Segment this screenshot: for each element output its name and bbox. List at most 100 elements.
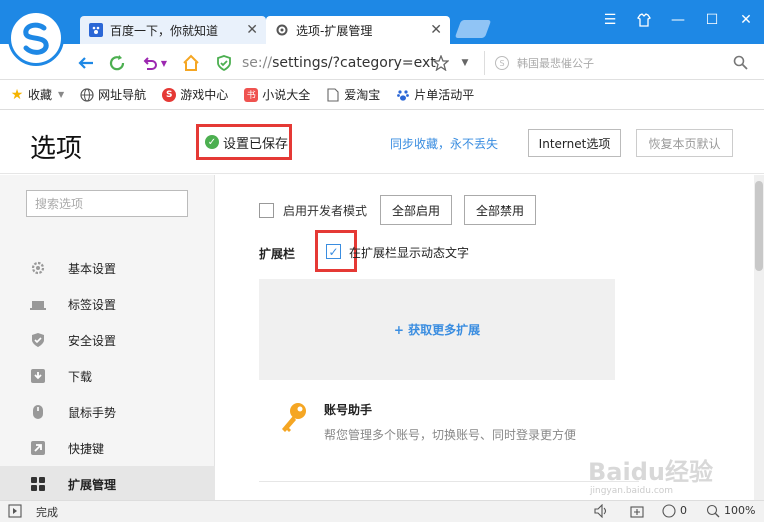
- sidebar-item-security[interactable]: 安全设置: [0, 322, 215, 358]
- adblock-count: 0: [680, 504, 687, 517]
- adblock-icon[interactable]: [662, 504, 676, 518]
- tab-label: 百度一下，你就知道: [110, 23, 219, 38]
- menu-icon[interactable]: ☰: [600, 10, 620, 30]
- favorite-star-icon[interactable]: [430, 52, 452, 74]
- sidebar-item-tabs[interactable]: 标签设置: [0, 286, 215, 322]
- enable-all-button[interactable]: 全部启用: [380, 195, 453, 225]
- extension-description: 帮您管理多个账号，切换账号、同时登录更方便: [324, 428, 577, 442]
- search-engine-icon: S: [495, 56, 509, 70]
- options-search-input[interactable]: 搜索选项: [26, 190, 188, 217]
- developer-mode-row: 启用开发者模式 全部启用 全部禁用: [259, 195, 537, 225]
- home-icon[interactable]: [180, 52, 202, 74]
- sidebar-item-label: 标签设置: [68, 297, 117, 312]
- volume-icon[interactable]: [594, 504, 610, 518]
- bookmark-label: 游戏中心: [180, 88, 229, 102]
- shirt-icon[interactable]: [634, 10, 654, 30]
- close-icon[interactable]: ✕: [430, 22, 442, 38]
- minimize-icon[interactable]: —: [668, 10, 688, 30]
- zoom-level[interactable]: 100%: [724, 504, 755, 517]
- search-input[interactable]: S 韩国最悲催公子: [484, 51, 758, 75]
- star-icon: ★: [10, 86, 24, 103]
- sidebar-item-extensions[interactable]: 扩展管理: [0, 466, 215, 502]
- developer-mode-checkbox[interactable]: [259, 202, 274, 218]
- sidebar-item-label: 基本设置: [68, 261, 117, 276]
- dynamic-text-label: 在扩展栏显示动态文字: [349, 246, 470, 260]
- gear-icon: [274, 22, 290, 38]
- settings-header: 选项 ✓ 设置已保存 同步收藏，永不丢失 Internet选项 恢复本页默认: [0, 110, 764, 174]
- shield-icon: [30, 332, 46, 348]
- secure-shield-icon: [216, 55, 232, 71]
- saved-notice: ✓ 设置已保存: [196, 124, 292, 160]
- maximize-icon[interactable]: ☐: [702, 10, 722, 30]
- chevron-down-icon: ▼: [58, 90, 65, 99]
- title-bar: 百度一下，你就知道 ✕ 选项-扩展管理 ✕ ☰ — ☐ ✕: [0, 0, 764, 66]
- get-more-extensions-area: + 获取更多扩展: [259, 279, 615, 380]
- search-placeholder: 韩国最悲催公子: [517, 57, 594, 70]
- tab-extensions[interactable]: 选项-扩展管理 ✕: [266, 16, 450, 44]
- search-placeholder: 搜索选项: [35, 197, 84, 211]
- sidebar-item-basic[interactable]: 基本设置: [0, 250, 215, 286]
- bookmark-taobao[interactable]: 爱淘宝: [326, 86, 380, 103]
- sogou-logo-icon: [23, 22, 49, 55]
- scrollbar-thumb[interactable]: [755, 181, 763, 271]
- watermark: Baidu经验: [588, 458, 713, 486]
- bookmark-games[interactable]: S 游戏中心: [162, 86, 228, 103]
- grid-icon: [30, 476, 46, 492]
- bookmark-label: 爱淘宝: [344, 88, 381, 102]
- page-icon: [326, 87, 340, 102]
- new-tab-button[interactable]: [454, 20, 492, 38]
- bookmark-label: 收藏: [28, 88, 53, 102]
- refresh-icon[interactable]: [106, 52, 128, 74]
- globe-icon: [80, 87, 94, 102]
- watermark-url: jingyan.baidu.com: [590, 486, 674, 496]
- mouse-icon: [30, 404, 46, 420]
- back-icon[interactable]: [75, 52, 97, 74]
- close-icon[interactable]: ✕: [246, 22, 258, 38]
- reset-defaults-button[interactable]: 恢复本页默认: [636, 129, 733, 157]
- bookmark-novels[interactable]: 书 小说大全: [244, 86, 310, 103]
- vertical-scrollbar[interactable]: [754, 175, 764, 500]
- check-circle-icon: ✓: [205, 135, 219, 149]
- disable-all-button[interactable]: 全部禁用: [464, 195, 537, 225]
- game-icon: S: [162, 87, 177, 102]
- get-more-extensions-link[interactable]: + 获取更多扩展: [394, 321, 480, 338]
- tab-icon: [30, 296, 46, 312]
- nav-bar: ▼ se://settings/?category=ext ▼ S 韩国最悲催公…: [0, 44, 764, 80]
- close-window-icon[interactable]: ✕: [736, 10, 756, 30]
- sidebar-item-label: 快捷键: [68, 441, 105, 456]
- browser-logo: [8, 10, 64, 66]
- bookmark-label: 片单活动平: [414, 88, 475, 102]
- internet-options-button[interactable]: Internet选项: [528, 129, 621, 157]
- search-icon[interactable]: [733, 55, 748, 73]
- tab-baidu[interactable]: 百度一下，你就知道 ✕: [80, 16, 266, 44]
- screenshot-icon[interactable]: [630, 504, 644, 518]
- status-text: 完成: [36, 506, 58, 519]
- url-prefix: se://: [242, 55, 273, 71]
- sidebar-item-label: 鼠标手势: [68, 405, 117, 420]
- bookmark-favorites[interactable]: ★ 收藏 ▼: [10, 86, 64, 103]
- paw-icon: [396, 88, 410, 102]
- undo-dropdown-icon[interactable]: ▼: [158, 52, 170, 74]
- zoom-icon[interactable]: [706, 504, 720, 518]
- sidebar-item-label: 扩展管理: [68, 477, 117, 492]
- bookmark-playlist[interactable]: 片单活动平: [396, 86, 474, 103]
- sidebar-item-download[interactable]: 下载: [0, 358, 215, 394]
- gear-icon: [30, 260, 46, 276]
- status-bar: 完成 0 100%: [0, 500, 764, 522]
- developer-mode-label: 启用开发者模式: [283, 203, 368, 218]
- sidebar-item-shortcuts[interactable]: 快捷键: [0, 430, 215, 466]
- download-icon: [30, 368, 46, 384]
- sidebar-item-mouse-gestures[interactable]: 鼠标手势: [0, 394, 215, 430]
- extension-title: 账号助手: [324, 403, 373, 417]
- dynamic-text-checkbox[interactable]: ✓: [326, 244, 341, 259]
- key-icon: [276, 399, 312, 435]
- url-text[interactable]: se://settings/?category=ext: [242, 55, 436, 71]
- sync-link[interactable]: 同步收藏，永不丢失: [390, 135, 498, 152]
- sidebar-toggle-icon[interactable]: [8, 504, 22, 518]
- saved-label: 设置已保存: [223, 136, 289, 152]
- bookmark-nav[interactable]: 网址导航: [80, 86, 146, 103]
- extension-bar-label: 扩展栏: [259, 247, 296, 261]
- bookmark-label: 网址导航: [98, 88, 147, 102]
- address-dropdown-icon[interactable]: ▼: [454, 52, 476, 74]
- book-icon: 书: [244, 87, 259, 102]
